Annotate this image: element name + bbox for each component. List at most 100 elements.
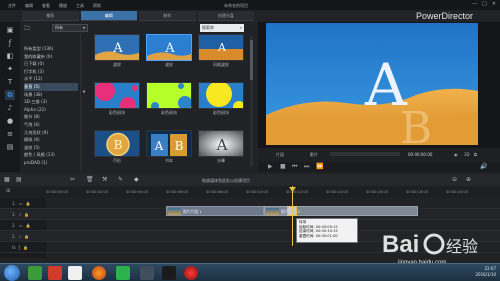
lock-icon[interactable]: 🔒 bbox=[26, 201, 31, 206]
taskbar-app-icon[interactable] bbox=[28, 266, 42, 280]
play-icon[interactable]: ▶ bbox=[268, 163, 273, 170]
add-track-icon[interactable]: ⊞ bbox=[6, 188, 10, 194]
preview-scrubber[interactable] bbox=[330, 152, 400, 156]
category-item[interactable]: 水平 (12) bbox=[24, 75, 78, 83]
split-icon[interactable]: ✂ bbox=[70, 176, 75, 183]
menu-play[interactable]: 播放 bbox=[59, 3, 67, 9]
library-search-input[interactable]: 搜索库 ⌕ bbox=[200, 24, 244, 32]
media-room-icon[interactable]: ▣ bbox=[5, 25, 15, 35]
undock-icon[interactable]: ⧉ bbox=[474, 152, 477, 157]
stop-icon[interactable]: ■ bbox=[280, 163, 286, 170]
clip-mode-button[interactable]: 片段 bbox=[276, 152, 284, 158]
zoom-in-icon[interactable]: ⊕ bbox=[466, 176, 471, 183]
pip-room-icon[interactable]: ◧ bbox=[5, 51, 15, 61]
track-label: fx bbox=[12, 245, 16, 250]
keyframe-icon[interactable]: ◆ bbox=[134, 176, 139, 183]
category-item[interactable]: proDAD (1) bbox=[24, 159, 78, 167]
lock-icon[interactable]: 🔒 bbox=[26, 223, 31, 228]
template-thumb[interactable]: A 风格波纹 bbox=[198, 34, 244, 67]
track-label: 2. bbox=[12, 234, 16, 239]
playhead[interactable] bbox=[292, 186, 293, 246]
maximize-button[interactable]: □ bbox=[482, 1, 487, 7]
category-item[interactable]: 颜色 / 风格 (13) bbox=[24, 151, 78, 159]
lock-icon[interactable]: 🔒 bbox=[24, 234, 29, 239]
audio-mixing-icon[interactable]: ♪ bbox=[5, 103, 15, 113]
chapter-room-icon[interactable]: ≡ bbox=[5, 129, 15, 139]
template-thumb[interactable]: 彩色斑块 bbox=[94, 82, 140, 115]
timeline-view-icon[interactable]: ▦ bbox=[4, 176, 10, 183]
menu-view[interactable]: 查看 bbox=[42, 3, 50, 9]
powerdirector-taskbar-icon[interactable] bbox=[140, 266, 154, 280]
fix-enhance-icon[interactable]: ✎ bbox=[118, 176, 123, 183]
firefox-icon[interactable] bbox=[92, 266, 106, 280]
delete-icon[interactable]: 🗑 bbox=[86, 176, 94, 183]
zoom-out-icon[interactable]: ⊖ bbox=[452, 176, 457, 183]
lock-icon[interactable]: 🔒 bbox=[24, 212, 29, 217]
menu-tools[interactable]: 工具 bbox=[76, 3, 84, 9]
category-filter-select[interactable]: 所有 ▾ bbox=[52, 24, 88, 32]
title-room-icon[interactable]: T bbox=[5, 77, 15, 87]
category-item[interactable]: 3D-三维 (3) bbox=[24, 98, 78, 106]
tab-create-disc[interactable]: 创建光盘 bbox=[197, 11, 254, 21]
menu-help[interactable]: 帮助 bbox=[93, 3, 101, 9]
svg-text:经验: 经验 bbox=[446, 237, 478, 256]
category-item[interactable]: 气泡 (6) bbox=[24, 121, 78, 129]
template-thumb[interactable]: A 波纹 bbox=[94, 34, 140, 67]
prev-frame-icon[interactable]: ⏮ bbox=[292, 163, 297, 171]
template-thumb[interactable]: 彩色斑块 bbox=[198, 82, 244, 115]
template-thumb[interactable]: B 币形 bbox=[94, 130, 140, 163]
camera-icon[interactable]: ◉ bbox=[454, 152, 458, 157]
subtitle-room-icon[interactable]: ▤ bbox=[5, 142, 15, 152]
menu-edit[interactable]: 编辑 bbox=[25, 3, 33, 9]
library-scrollbar-thumb[interactable] bbox=[250, 40, 253, 80]
next-frame-icon[interactable]: ⏭ bbox=[304, 163, 309, 171]
movie-mode-button[interactable]: 影片 bbox=[310, 152, 318, 158]
volume-icon[interactable]: 🔊 bbox=[480, 163, 487, 170]
taskbar-app-icon[interactable] bbox=[68, 266, 82, 280]
collapse-arrow-icon[interactable]: ◂ bbox=[82, 88, 85, 95]
system-tray-clock[interactable]: 22:07 2016/1/10 bbox=[475, 266, 496, 278]
template-thumb-selected[interactable]: A 波纹 bbox=[146, 34, 192, 67]
template-label: 彩色斑块 bbox=[213, 110, 229, 115]
library-scrollbar[interactable] bbox=[250, 36, 253, 166]
template-thumb[interactable]: A B 书本 bbox=[146, 130, 192, 163]
view-3d-toggle[interactable]: 3D bbox=[464, 152, 470, 157]
category-item[interactable]: 我的收藏夹 (0) bbox=[24, 53, 78, 61]
taskbar-app-icon[interactable] bbox=[48, 266, 62, 280]
taskbar-app-icon[interactable] bbox=[116, 266, 130, 280]
start-button[interactable] bbox=[4, 265, 20, 281]
minimize-button[interactable]: — bbox=[472, 1, 477, 7]
template-thumb[interactable]: A 光晕 bbox=[198, 130, 244, 163]
category-item[interactable]: 已下载 (0) bbox=[24, 60, 78, 68]
svg-text:A: A bbox=[154, 139, 164, 153]
category-item[interactable]: 波纹 (5) bbox=[24, 144, 78, 152]
voice-record-icon[interactable]: ● bbox=[5, 116, 15, 126]
category-item-selected[interactable]: 垂直 (5) bbox=[24, 82, 78, 91]
fast-forward-icon[interactable]: ⏩ bbox=[316, 163, 323, 170]
tab-edit[interactable]: 编辑 bbox=[80, 11, 137, 21]
category-item[interactable]: 模拟 (6) bbox=[24, 136, 78, 144]
category-item[interactable]: 场景 (38) bbox=[24, 91, 78, 99]
folder-icon[interactable]: 🗀 bbox=[24, 24, 30, 34]
particle-room-icon[interactable]: ✦ bbox=[5, 64, 15, 74]
template-thumb[interactable]: 彩色斑块 bbox=[146, 82, 192, 115]
effect-room-icon[interactable]: ƒ bbox=[5, 38, 15, 48]
tools-icon[interactable]: ⚒ bbox=[102, 176, 107, 183]
lock-icon[interactable]: 🔒 bbox=[23, 245, 28, 250]
template-image: A bbox=[146, 34, 192, 61]
category-item[interactable]: 细节 (8) bbox=[24, 113, 78, 121]
storyboard-view-icon[interactable]: ▤ bbox=[16, 176, 22, 183]
timeline-ruler[interactable]: ⊞ 00:00:00:00 00:00:02:00 00:00:04:00 00… bbox=[0, 186, 500, 198]
category-item[interactable]: 所有类型 (136) bbox=[24, 45, 78, 53]
close-button[interactable]: ✕ bbox=[492, 1, 496, 7]
menu-file[interactable]: 文件 bbox=[8, 3, 16, 9]
record-app-icon[interactable] bbox=[184, 266, 198, 280]
transition-room-icon[interactable]: ⧉ bbox=[5, 90, 15, 100]
tab-produce[interactable]: 制作 bbox=[139, 11, 196, 21]
category-item[interactable]: Alpha (22) bbox=[24, 106, 78, 114]
taskbar-app-icon[interactable] bbox=[162, 266, 176, 280]
timeline-clip[interactable]: 图片片段 1 bbox=[166, 206, 264, 216]
category-item[interactable]: 打字机 (3) bbox=[24, 68, 78, 76]
category-item[interactable]: 几何形状 (9) bbox=[24, 129, 78, 137]
tab-capture[interactable]: 捕获 bbox=[22, 11, 79, 21]
